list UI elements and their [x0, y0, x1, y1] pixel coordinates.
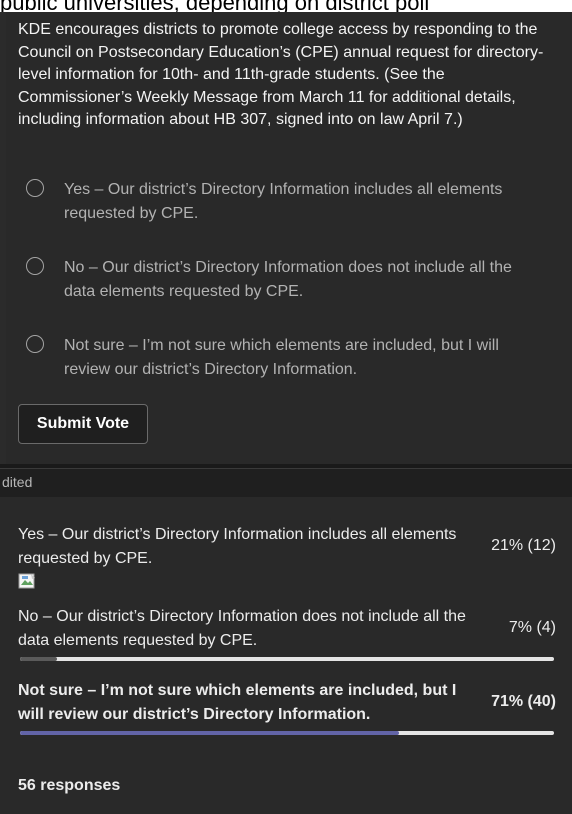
option-label: Yes – Our district’s Directory Informati… — [64, 181, 503, 222]
poll-question: KDE encourages districts to promote coll… — [18, 21, 544, 128]
edited-label: dited — [2, 474, 33, 490]
page-top-fragment: public universities, depending on distri… — [0, 0, 572, 12]
broken-image-icon — [18, 573, 35, 589]
result-percent: 71% (40) — [491, 693, 556, 710]
responses-count: 56 responses — [18, 777, 121, 794]
option-yes[interactable]: Yes – Our district’s Directory Informati… — [26, 178, 546, 228]
poll-results: Yes – Our district’s Directory Informati… — [0, 497, 572, 814]
option-label: No – Our district’s Directory Informatio… — [64, 259, 512, 300]
radio-icon[interactable] — [26, 335, 44, 353]
submit-vote-button[interactable]: Submit Vote — [18, 404, 148, 444]
result-percent: 21% (12) — [491, 537, 556, 554]
result-label: No – Our district’s Directory Informatio… — [18, 608, 466, 649]
top-fragment-text: public universities, depending on distri… — [0, 0, 429, 12]
result-no: No – Our district’s Directory Informatio… — [18, 605, 556, 665]
poll-card: KDE encourages districts to promote coll… — [6, 12, 572, 464]
option-not-sure[interactable]: Not sure – I’m not sure which elements a… — [26, 334, 546, 384]
result-percent: 7% (4) — [508, 619, 556, 636]
result-not-sure: Not sure – I’m not sure which elements a… — [18, 679, 556, 739]
result-bar-fill — [20, 657, 58, 661]
radio-icon[interactable] — [26, 179, 44, 197]
result-bar-track — [20, 731, 554, 735]
result-label: Not sure – I’m not sure which elements a… — [18, 682, 457, 723]
radio-icon[interactable] — [26, 257, 44, 275]
result-label: Yes – Our district’s Directory Informati… — [18, 526, 457, 567]
edited-bar: dited — [0, 468, 572, 498]
result-yes: Yes – Our district’s Directory Informati… — [18, 523, 556, 593]
result-bar-track — [20, 657, 554, 661]
option-label: Not sure – I’m not sure which elements a… — [64, 337, 499, 378]
option-no[interactable]: No – Our district’s Directory Informatio… — [26, 256, 546, 306]
result-bar-fill — [20, 731, 400, 735]
